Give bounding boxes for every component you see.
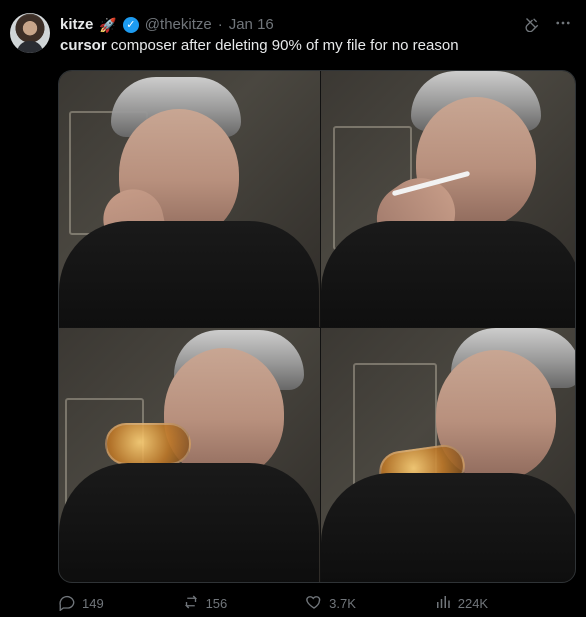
author-name[interactable]: kitze [60, 16, 93, 34]
tweet-date[interactable]: Jan 16 [229, 16, 274, 34]
media-tile[interactable] [321, 71, 575, 327]
tweet-text-strong: cursor [60, 37, 107, 54]
repost-icon [182, 593, 200, 614]
media-tile[interactable] [59, 328, 320, 582]
heart-icon [305, 593, 323, 614]
repost-count: 156 [205, 595, 228, 611]
more-icon[interactable] [554, 14, 572, 37]
wine-glass [105, 423, 191, 465]
views-count: 224K [457, 595, 489, 611]
tweet-header: kitze 🚀 ✓ @thekitze · Jan 16 [60, 16, 274, 34]
reply-button[interactable]: 149 [58, 593, 104, 614]
rocket-emoji: 🚀 [99, 17, 117, 33]
reply-icon [58, 593, 76, 614]
author-handle[interactable]: @thekitze [145, 16, 212, 34]
hoodie [321, 473, 575, 582]
tweet-actions: 149 156 3.7K 224K [58, 592, 586, 617]
reply-count: 149 [82, 595, 104, 611]
hoodie [59, 221, 319, 327]
grok-icon[interactable] [522, 14, 540, 37]
tweet-right-actions [566, 596, 586, 617]
media-grid[interactable] [58, 70, 576, 583]
repost-button[interactable]: 156 [182, 593, 228, 614]
tweet-text-rest: composer after deleting 90% of my file f… [106, 37, 459, 54]
media-tile[interactable] [59, 71, 320, 327]
tweet-text: cursor composer after deleting 90% of my… [60, 36, 570, 56]
like-button[interactable]: 3.7K [305, 593, 356, 614]
tweet-card: kitze 🚀 ✓ @thekitze · Jan 16 cursor comp… [0, 0, 586, 617]
author-avatar[interactable] [10, 13, 50, 53]
hoodie [321, 221, 575, 327]
hoodie [59, 463, 319, 582]
media-tile[interactable] [321, 328, 575, 582]
separator-dot: · [217, 16, 223, 33]
tweet-top-actions [522, 14, 572, 37]
views-icon [434, 593, 452, 614]
like-count: 3.7K [329, 595, 356, 611]
views-button[interactable]: 224K [434, 593, 488, 614]
verified-badge: ✓ [122, 17, 139, 33]
